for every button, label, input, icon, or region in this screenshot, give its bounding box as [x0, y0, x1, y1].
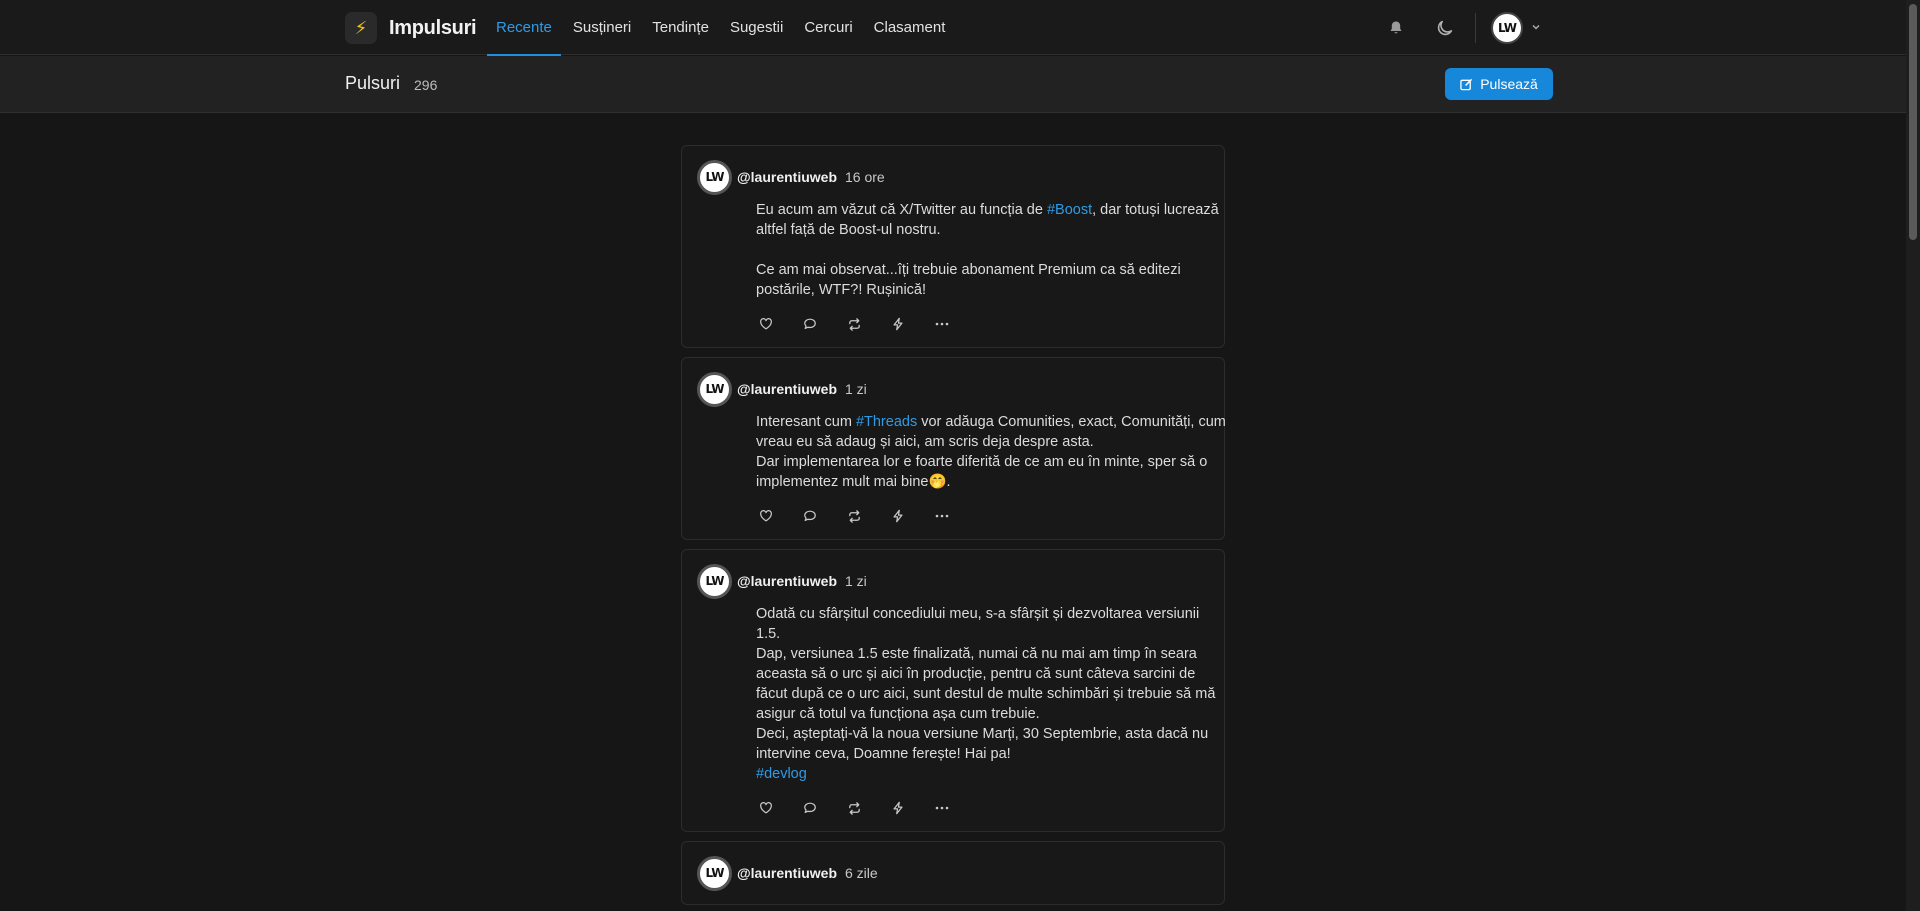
scrollbar[interactable]: [1906, 0, 1920, 911]
boost-bolt-icon[interactable]: [888, 798, 908, 818]
repost-icon[interactable]: [844, 314, 864, 334]
top-navbar: ⚡ Impulsuri Recente Susțineri Tendințe Suge…: [0, 0, 1906, 56]
author-handle[interactable]: @laurentiuweb: [737, 169, 837, 185]
post-card: LW @laurentiuweb 16 ore Eu acum am văzut că…: [681, 145, 1225, 348]
nav-tab-recente[interactable]: Recente: [487, 0, 561, 56]
nav-tab-susțineri[interactable]: Susțineri: [564, 0, 640, 55]
comment-icon[interactable]: [800, 314, 820, 334]
edit-icon: [1460, 78, 1473, 90]
author-handle[interactable]: @laurentiuweb: [737, 381, 837, 397]
dark-mode-moon-icon[interactable]: [1433, 16, 1457, 40]
like-heart-icon[interactable]: [756, 798, 776, 818]
page-title: Pulsuri: [345, 73, 401, 93]
posts-count: 296: [414, 77, 438, 93]
nav-tab-tendințe[interactable]: Tendințe: [643, 0, 718, 55]
post-body: Interesant cum #Threads vor adăuga Comun…: [756, 412, 1226, 492]
more-options-icon[interactable]: [932, 798, 952, 818]
author-avatar[interactable]: LW: [697, 855, 732, 891]
new-post-label: Pulsează: [1480, 76, 1538, 92]
post-header: LW @laurentiuweb 16 ore: [697, 159, 1209, 195]
post-body: Odată cu sfârșitul concediului meu, s-a …: [756, 604, 1226, 784]
post-header: LW @laurentiuweb 1 zi: [697, 371, 1209, 407]
post-time[interactable]: 1 zi: [845, 573, 867, 589]
post-card: LW @laurentiuweb 6 zile: [681, 841, 1225, 905]
author-avatar[interactable]: LW: [697, 371, 732, 407]
nav-tab-cercuri[interactable]: Cercuri: [795, 0, 861, 55]
post-actions: [756, 314, 1209, 334]
post-card: LW @laurentiuweb 1 zi Interesant cum #Threa…: [681, 357, 1226, 540]
hashtag-link[interactable]: #Threads: [856, 414, 917, 430]
boost-bolt-icon[interactable]: [888, 506, 908, 526]
main-nav: Recente Susțineri Tendințe Sugestii Cercuri C…: [487, 0, 957, 56]
post-actions: [756, 798, 1209, 818]
comment-icon[interactable]: [800, 798, 820, 818]
bolt-logo-icon: ⚡: [345, 12, 377, 44]
author-avatar[interactable]: LW: [697, 563, 732, 599]
author-handle[interactable]: @laurentiuweb: [737, 865, 837, 881]
page-header: Pulsuri 296 Pulsează: [0, 56, 1906, 113]
post-time[interactable]: 16 ore: [845, 169, 885, 185]
new-post-button[interactable]: Pulsează: [1445, 68, 1553, 100]
post-feed: LW @laurentiuweb 16 ore Eu acum am văzut că…: [681, 145, 1226, 911]
divider: [1475, 12, 1476, 43]
post-text: Interesant cum: [756, 414, 856, 430]
brand-name: Impulsuri: [389, 16, 477, 39]
scrollbar-thumb[interactable]: [1909, 4, 1917, 240]
post-text: Odată cu sfârșitul concediului meu, s-a …: [756, 606, 1216, 762]
user-avatar[interactable]: LW: [1491, 11, 1523, 44]
hashtag-link[interactable]: #Boost: [1047, 202, 1092, 218]
notifications-bell-icon[interactable]: [1384, 16, 1408, 40]
post-text: Eu acum am văzut că X/Twitter au funcția…: [756, 202, 1047, 218]
more-options-icon[interactable]: [932, 506, 952, 526]
post-time[interactable]: 6 zile: [845, 865, 878, 881]
author-handle[interactable]: @laurentiuweb: [737, 573, 837, 589]
author-avatar[interactable]: LW: [697, 159, 732, 195]
post-card: LW @laurentiuweb 1 zi Odată cu sfârșitul co…: [681, 549, 1225, 832]
top-actions: LW: [1384, 0, 1541, 55]
like-heart-icon[interactable]: [756, 314, 776, 334]
hashtag-link[interactable]: #devlog: [756, 766, 807, 782]
post-header: LW @laurentiuweb 6 zile: [697, 855, 1209, 891]
like-heart-icon[interactable]: [756, 506, 776, 526]
brand[interactable]: ⚡ Impulsuri: [345, 12, 477, 44]
post-time[interactable]: 1 zi: [845, 381, 867, 397]
repost-icon[interactable]: [844, 798, 864, 818]
chevron-down-icon[interactable]: [1531, 19, 1541, 37]
post-body: Eu acum am văzut că X/Twitter au funcția…: [756, 200, 1226, 300]
post-actions: [756, 506, 1209, 526]
nav-tab-clasament[interactable]: Clasament: [865, 0, 955, 55]
boost-bolt-icon[interactable]: [888, 314, 908, 334]
repost-icon[interactable]: [844, 506, 864, 526]
comment-icon[interactable]: [800, 506, 820, 526]
nav-tab-sugestii[interactable]: Sugestii: [721, 0, 792, 55]
post-header: LW @laurentiuweb 1 zi: [697, 563, 1209, 599]
more-options-icon[interactable]: [932, 314, 952, 334]
